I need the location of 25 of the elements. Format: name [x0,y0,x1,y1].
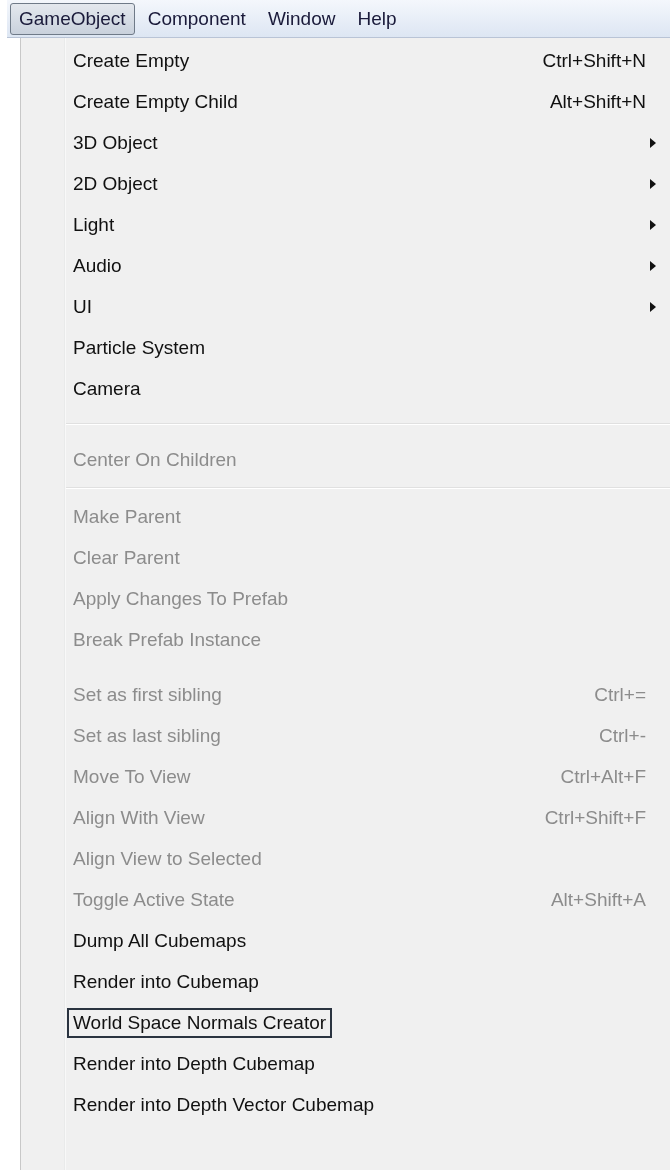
shortcut-label: Ctrl+Alt+F [560,765,647,788]
menu-item[interactable]: Create Empty [67,45,196,76]
menu-item[interactable]: Audio [67,250,128,281]
menu-item[interactable]: World Space Normals Creator [67,1007,333,1038]
menu-item[interactable]: Render into Cubemap [67,966,265,997]
menu-item[interactable]: Camera [67,373,147,404]
shortcut-label: Ctrl+= [594,683,647,706]
menubar-item[interactable]: Component [138,2,255,35]
menu-item[interactable]: UI [67,291,98,322]
shortcut-label: Ctrl+Shift+F [544,806,647,829]
menu-item[interactable]: Dump All Cubemaps [67,925,253,956]
menubar-item[interactable]: Help [348,2,406,35]
menubar-item[interactable]: GameObject [10,2,135,35]
menu-item[interactable]: Particle System [67,332,211,363]
menubar-item[interactable]: Window [258,2,345,35]
shortcut-label: Ctrl+- [599,724,647,747]
shortcut-label: Alt+Shift+A [550,888,647,911]
menu-item[interactable]: Render into Depth Vector Cubemap [67,1089,380,1120]
menu-item[interactable]: 3D Object [67,127,164,158]
menu-item[interactable]: 2D Object [67,168,164,199]
shortcut-label: Ctrl+Shift+N [542,49,647,72]
menu-item[interactable]: Create Empty Child [67,86,244,117]
menu-item[interactable]: Light [67,209,121,240]
shortcut-label: Alt+Shift+N [549,90,647,113]
menu-item[interactable]: Render into Depth Cubemap [67,1048,321,1079]
